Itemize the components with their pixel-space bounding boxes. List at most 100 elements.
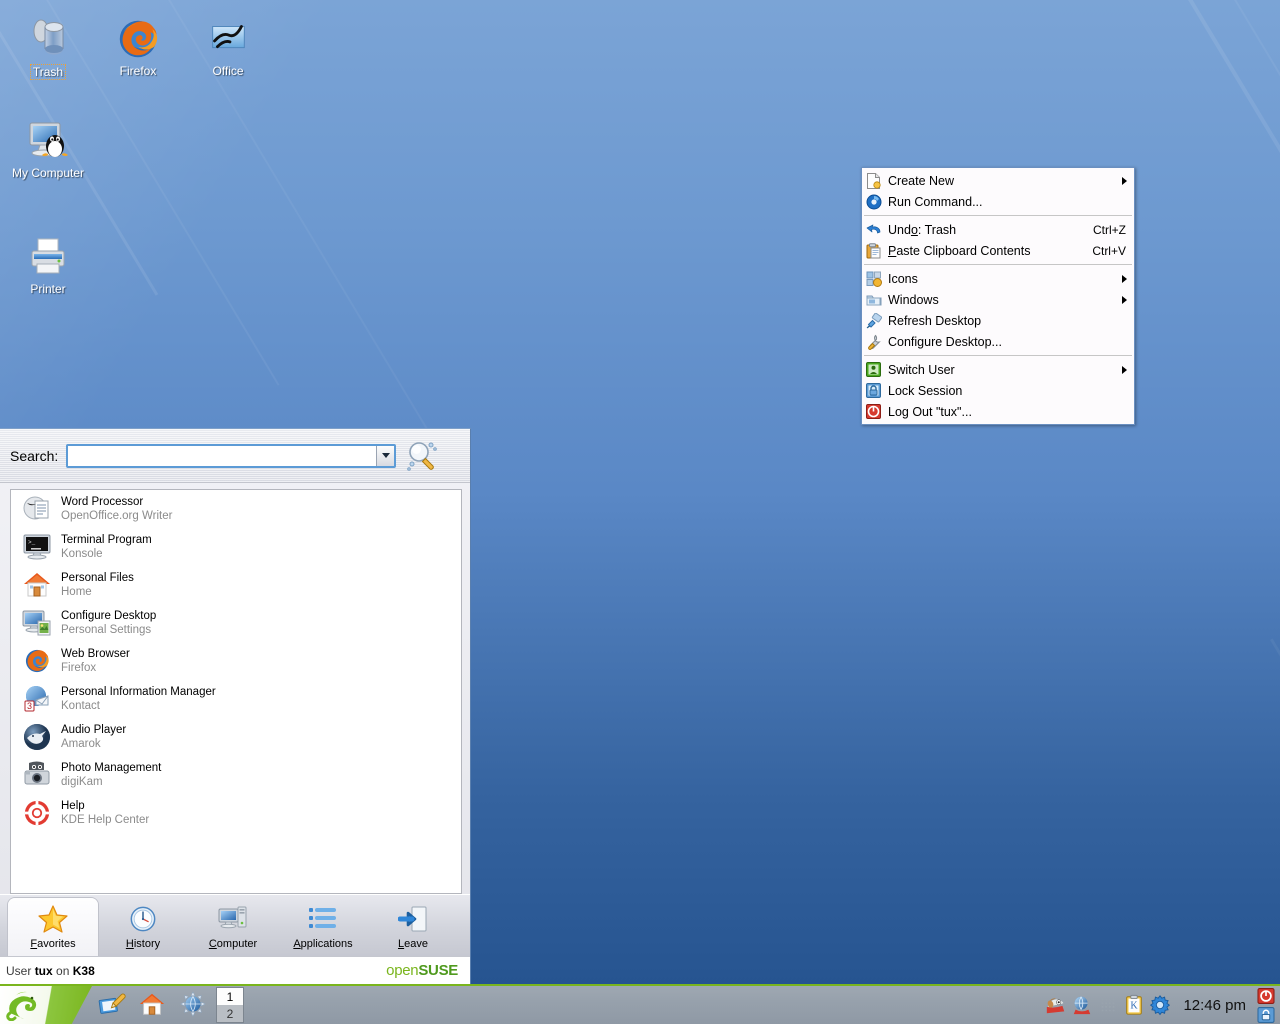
list-item[interactable]: Word Processor OpenOffice.org Writer bbox=[11, 490, 461, 528]
menu-item-paste-clipboard[interactable]: Paste Clipboard Contents Ctrl+V bbox=[862, 240, 1134, 261]
pager-desktop-2[interactable]: 2 bbox=[217, 1005, 243, 1022]
menu-item-label: Windows bbox=[888, 292, 939, 307]
list-item[interactable]: Audio Player Amarok bbox=[11, 718, 461, 756]
menu-separator bbox=[864, 215, 1132, 216]
desktop-icon-trash[interactable]: Trash bbox=[2, 14, 94, 80]
tab-leave[interactable]: Leave bbox=[368, 898, 458, 956]
list-item[interactable]: Configure Desktop Personal Settings bbox=[11, 604, 461, 642]
desktop-icon-office[interactable]: Office bbox=[182, 14, 274, 78]
menu-item-label: Configure Desktop... bbox=[888, 334, 1002, 349]
tab-label: History bbox=[125, 938, 161, 950]
list-item-title: Personal Information Manager bbox=[61, 686, 216, 698]
desktop-background[interactable]: Trash Firefox Office My Computer Printer… bbox=[0, 0, 1280, 1024]
list-item[interactable]: Web Browser Firefox bbox=[11, 642, 461, 680]
wrench-icon bbox=[865, 333, 882, 350]
footer-prefix: User bbox=[6, 963, 32, 978]
tab-history[interactable]: History bbox=[98, 898, 188, 956]
menu-item-undo[interactable]: Undo: Trash Ctrl+Z bbox=[862, 219, 1134, 240]
menu-item-accelerator: Ctrl+Z bbox=[1093, 222, 1126, 237]
menu-item-run-command[interactable]: Run Command... bbox=[862, 191, 1134, 212]
taskbar-clock[interactable]: 12:46 pm bbox=[1175, 997, 1256, 1014]
print-queue-icon[interactable] bbox=[1097, 994, 1119, 1016]
klipper-globe-icon[interactable] bbox=[1071, 994, 1093, 1016]
tab-label: Computer bbox=[208, 938, 258, 950]
openoffice-icon bbox=[182, 14, 274, 64]
list-item-title: Audio Player bbox=[61, 724, 127, 736]
logout-button[interactable] bbox=[1256, 987, 1276, 1004]
desktop-icon-label: Firefox bbox=[119, 64, 157, 78]
desktop-icon-my-computer[interactable]: My Computer bbox=[2, 116, 94, 180]
brand-suse: SUSE bbox=[418, 962, 458, 979]
tab-label: Leave bbox=[398, 938, 428, 950]
launcher-home-folder[interactable] bbox=[132, 986, 172, 1024]
desktop-pager[interactable]: 1 2 bbox=[216, 987, 244, 1023]
menu-item-label: Create New bbox=[888, 173, 954, 188]
menu-item-lock-session[interactable]: Lock Session bbox=[862, 380, 1134, 401]
chevron-down-icon bbox=[381, 453, 390, 458]
menu-item-icons[interactable]: Icons bbox=[862, 268, 1134, 289]
tab-favorites[interactable]: Favorites bbox=[8, 898, 98, 956]
clipboard-paste-icon bbox=[865, 242, 882, 259]
menu-item-create-new[interactable]: Create New bbox=[862, 170, 1134, 191]
search-history-dropdown-button[interactable] bbox=[376, 445, 395, 466]
tab-computer[interactable]: Computer bbox=[188, 898, 278, 956]
list-item[interactable]: Help KDE Help Center bbox=[11, 794, 461, 832]
launcher-konqueror[interactable] bbox=[172, 986, 212, 1024]
applications-list-icon bbox=[308, 903, 338, 935]
submenu-arrow-icon bbox=[1122, 365, 1127, 374]
list-item[interactable]: Personal Files Home bbox=[11, 566, 461, 604]
new-document-icon bbox=[865, 172, 882, 189]
windows-folder-icon bbox=[865, 291, 882, 308]
leave-door-icon bbox=[398, 903, 428, 935]
menu-item-windows[interactable]: Windows bbox=[862, 289, 1134, 310]
search-icon[interactable] bbox=[402, 437, 440, 475]
kmenu-footer: User tux on K38 openSUSE bbox=[0, 956, 470, 984]
search-input[interactable] bbox=[68, 445, 377, 466]
list-item-subtitle: Personal Settings bbox=[61, 624, 152, 636]
brand-open: open bbox=[386, 962, 419, 979]
menu-separator bbox=[864, 264, 1132, 265]
menu-item-switch-user[interactable]: Switch User bbox=[862, 359, 1134, 380]
home-folder-icon bbox=[21, 569, 53, 601]
menu-item-configure-desktop[interactable]: Configure Desktop... bbox=[862, 331, 1134, 352]
home-folder-icon bbox=[138, 990, 166, 1021]
opensuse-logo: openSUSE bbox=[386, 962, 458, 979]
pager-desktop-1[interactable]: 1 bbox=[217, 988, 243, 1005]
tab-label: Favorites bbox=[30, 938, 76, 950]
star-icon bbox=[38, 903, 68, 935]
search-combobox[interactable] bbox=[66, 443, 397, 468]
lock-button[interactable] bbox=[1256, 1006, 1276, 1023]
list-item-subtitle: Konsole bbox=[61, 548, 103, 560]
lock-session-icon bbox=[865, 382, 882, 399]
menu-item-label: Refresh Desktop bbox=[888, 313, 982, 328]
digikam-camera-icon bbox=[21, 759, 53, 791]
desktop-icon-firefox[interactable]: Firefox bbox=[92, 14, 184, 78]
list-item-title: Configure Desktop bbox=[61, 610, 157, 622]
launcher-show-desktop[interactable] bbox=[92, 986, 132, 1024]
writer-icon bbox=[21, 493, 53, 525]
gear-icon[interactable] bbox=[1149, 994, 1171, 1016]
list-item[interactable]: >_ Terminal Program Konsole bbox=[11, 528, 461, 566]
desktop-icon-printer[interactable]: Printer bbox=[2, 232, 94, 296]
configure-desktop-icon bbox=[21, 607, 53, 639]
menu-item-label: Undo: Trash bbox=[888, 222, 957, 237]
logout-power-icon bbox=[865, 403, 882, 420]
menu-item-logout[interactable]: Log Out "tux"... bbox=[862, 401, 1134, 422]
list-item-subtitle: KDE Help Center bbox=[61, 814, 150, 826]
kmenu-favorites-list[interactable]: Word Processor OpenOffice.org Writer >_ bbox=[10, 489, 462, 894]
kickoff-application-launcher[interactable]: Search: Word Processor OpenOffice.org Wr… bbox=[0, 428, 471, 984]
tab-applications[interactable]: Applications bbox=[278, 898, 368, 956]
list-item-subtitle: Home bbox=[61, 586, 92, 598]
footer-hostname: K38 bbox=[72, 963, 95, 978]
start-menu-button[interactable] bbox=[0, 986, 92, 1024]
desktop-context-menu[interactable]: Create New Run Command... Undo: Trash Ct… bbox=[861, 167, 1135, 425]
amarok-wolf-icon bbox=[21, 721, 53, 753]
klipper-clipboard-icon[interactable]: K bbox=[1123, 994, 1145, 1016]
menu-item-refresh-desktop[interactable]: Refresh Desktop bbox=[862, 310, 1134, 331]
svg-text:K: K bbox=[1131, 1001, 1139, 1012]
tab-label: Applications bbox=[293, 938, 353, 950]
kget-dog-icon[interactable] bbox=[1045, 994, 1067, 1016]
list-item[interactable]: Photo Management digiKam bbox=[11, 756, 461, 794]
list-item[interactable]: 3 Personal Information Manager Kontact bbox=[11, 680, 461, 718]
svg-text:>_: >_ bbox=[28, 539, 36, 546]
